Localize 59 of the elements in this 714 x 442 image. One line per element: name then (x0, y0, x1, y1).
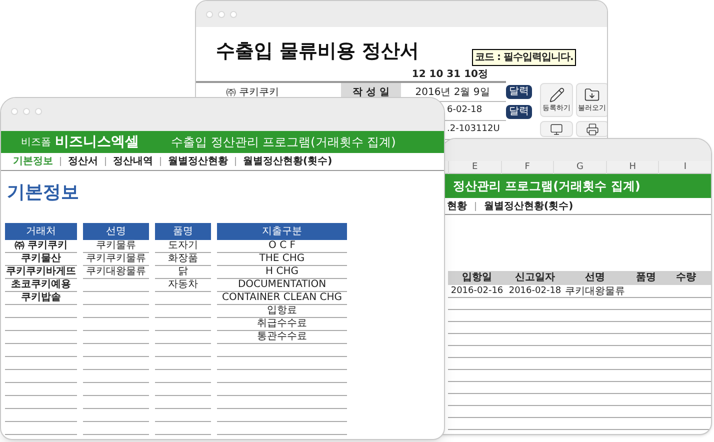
table-cell-text: 2016-02-16 (450, 285, 504, 298)
note-tooltip: 코드 : 필수입력입니다. (472, 49, 576, 66)
nav-tab[interactable]: 기본정보 (13, 154, 53, 169)
program-title: 수출입 정산관리 프로그램(거래횟수 집계) (171, 134, 396, 151)
nav-link[interactable]: 월별정산현황(횟수) (484, 198, 574, 214)
field-value: 2016년 2월 9일 (415, 86, 490, 100)
list-cell: 쿠키쿠키바게뜨 (6, 266, 76, 278)
list-cell: 쿠키밥솥 (21, 292, 61, 304)
list-cell: ㈜ 쿠키쿠키 (14, 240, 68, 252)
list-cell: THE CHG (259, 253, 305, 265)
icon-button[interactable] (576, 121, 607, 137)
column-header: 품명 (635, 271, 657, 285)
brand-name: 비즈니스엑셀 (55, 132, 139, 152)
field-label: 작 성 일 (352, 86, 390, 100)
company-name: ㈜ 쿠키쿠키 (226, 86, 280, 100)
column-header: 품명 (155, 223, 211, 240)
table-cell-text: 2016-02-18 (508, 285, 562, 298)
printer-icon (586, 123, 598, 136)
list-cell: 자동차 (168, 279, 198, 291)
table-cell: 쿠키대왕물류 (564, 285, 626, 298)
column-header: 지출구분 (217, 223, 347, 240)
column-header: 거래처 (5, 223, 77, 240)
folder-icon (584, 87, 600, 103)
calendar-button[interactable]: 달력 (506, 105, 532, 119)
column-header: 선명 (83, 223, 149, 240)
list-cell: 통관수수료 (257, 331, 307, 343)
list-cell: 도자기 (168, 240, 198, 252)
icon-button[interactable] (540, 121, 573, 137)
nav-tab[interactable]: 정산서 (68, 154, 98, 169)
list-cell: 쿠키쿠키물류 (86, 253, 146, 265)
list-cell: H CHG (266, 266, 298, 278)
list-cell: 닭 (178, 266, 188, 278)
monitor-icon (550, 123, 563, 136)
list-cell: 쿠키물류 (96, 240, 136, 252)
section-heading: 기본정보 (7, 182, 79, 203)
list-cell: 화장품 (168, 253, 198, 265)
calendar-button[interactable]: 달력 (506, 85, 532, 99)
pencil-icon (548, 87, 564, 103)
column-header: 수량 (675, 271, 697, 285)
code-text: 12 10 31 10정 (412, 68, 488, 81)
list-cell: CONTAINER CLEAN CHG (222, 292, 342, 304)
nav-link[interactable]: 현황 (447, 198, 467, 214)
list-cell: 취급수수료 (257, 318, 307, 330)
field-value: .2-103112U (447, 123, 500, 136)
column-header: 입항일 (461, 271, 493, 285)
list-cell: 입항료 (267, 305, 297, 317)
brand-tag: 비즈폼 (21, 134, 51, 150)
list-cell: DOCUMENTATION (238, 279, 326, 291)
nav-tab[interactable]: 월별정산현황 (168, 154, 228, 169)
document-title: 수출입 물류비용 정산서 (216, 40, 420, 62)
field-value: 6-02-18 (447, 104, 482, 118)
column-header: 선명 (584, 271, 606, 285)
list-cell: O C F (268, 240, 296, 252)
column-header: 신고일자 (514, 271, 556, 285)
nav-tab[interactable]: 정산내역 (113, 154, 153, 169)
list-cell: 쿠키대왕물류 (86, 266, 146, 278)
nav-tab[interactable]: 월별정산현황(횟수) (243, 154, 332, 169)
list-cell: 쿠키물산 (21, 253, 61, 265)
list-cell: 초코쿠키예용 (11, 279, 71, 291)
